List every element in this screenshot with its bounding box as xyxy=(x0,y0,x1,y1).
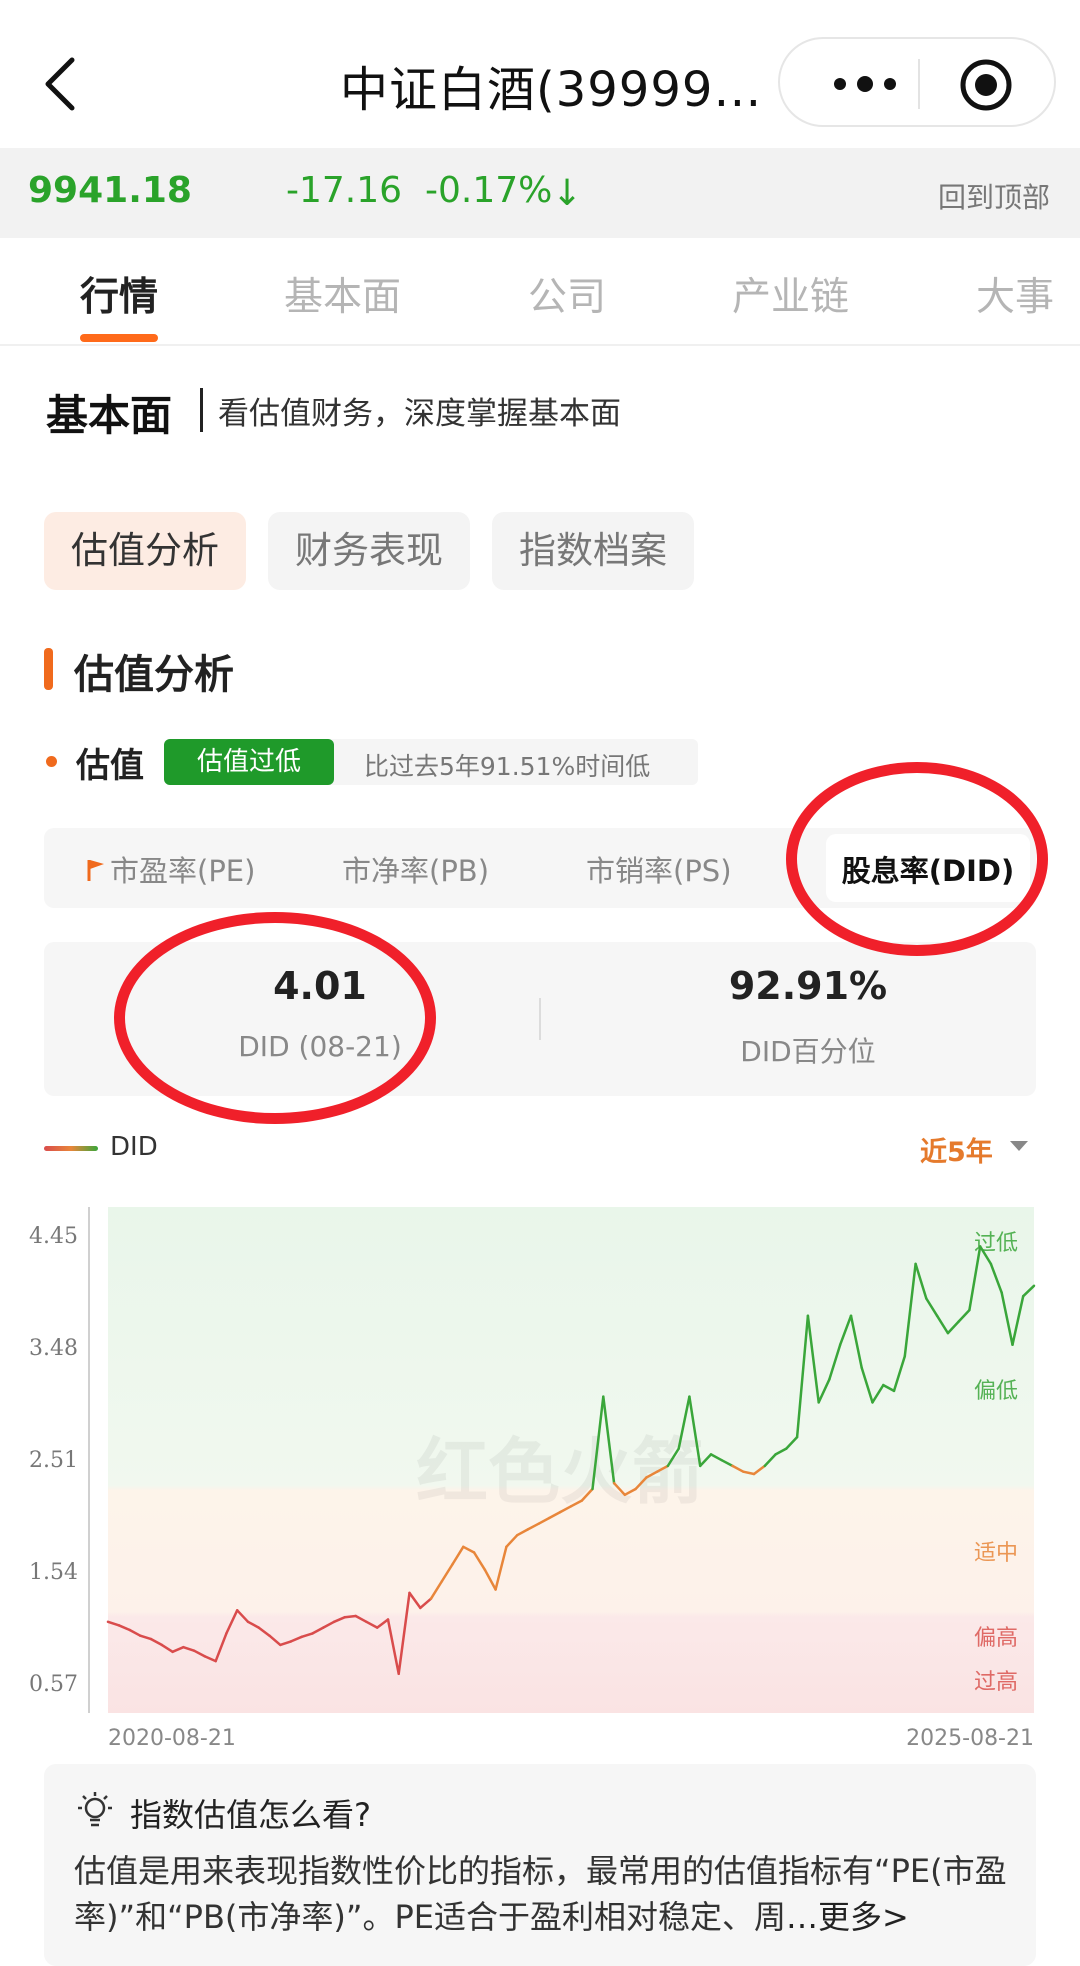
back-arrow-icon[interactable] xyxy=(38,54,86,114)
did-percentile-label: DID百分位 xyxy=(740,1035,876,1068)
did-line-segment xyxy=(343,1614,357,1619)
down-arrow-icon: ↓ xyxy=(552,173,583,214)
y-tick-label: 2.51 xyxy=(29,1448,78,1473)
current-did-value: 4.01 xyxy=(273,964,367,1008)
legend-label: DID xyxy=(110,1132,158,1162)
current-did-label: DID (08-21) xyxy=(238,1030,402,1063)
tab-events[interactable]: 大事 xyxy=(976,266,1054,322)
did-percentile-value: 92.91% xyxy=(728,964,888,1008)
tab-industry-chain[interactable]: 产业链 xyxy=(732,266,849,322)
x-label-start: 2020-08-21 xyxy=(108,1726,236,1751)
more-options-icon[interactable] xyxy=(820,61,910,107)
section-divider xyxy=(200,388,203,432)
more-link[interactable]: …更多> xyxy=(786,1898,909,1936)
y-tick-label: 1.54 xyxy=(29,1560,78,1585)
status-note: 比过去5年91.51%时间低 xyxy=(364,752,651,781)
active-tab-indicator xyxy=(80,334,158,342)
tab-pb[interactable]: 市净率(PB) xyxy=(342,848,489,890)
caret-down-icon[interactable] xyxy=(1010,1141,1028,1151)
tab-fundamentals[interactable]: 基本面 xyxy=(284,266,401,322)
tab-market[interactable]: 行情 xyxy=(80,266,158,322)
heading-accent-bar xyxy=(44,648,53,690)
tips-title: 指数估值怎么看? xyxy=(130,1796,371,1834)
price-change: -17.16 xyxy=(286,170,403,211)
did-chart: 4.45 3.48 2.51 1.54 0.57 过低偏低适中偏高过高 红色火箭 202… xyxy=(29,1207,1036,1751)
price-change-percent: -0.17% xyxy=(425,170,553,211)
chip-valuation-analysis[interactable]: 估值分析 xyxy=(44,512,246,590)
card-divider xyxy=(539,998,541,1040)
y-tick-label: 0.57 xyxy=(29,1672,78,1697)
title-bar: 中证白酒(39999… xyxy=(0,0,1080,148)
y-tick-label: 4.45 xyxy=(29,1224,78,1249)
section-title: 基本面 xyxy=(46,391,173,440)
chip-index-profile[interactable]: 指数档案 xyxy=(492,512,694,590)
zone-label: 过高 xyxy=(974,1670,1018,1695)
zone-label: 适中 xyxy=(974,1541,1018,1566)
capsule-divider xyxy=(918,59,920,109)
tab-did[interactable]: 股息率(DID) xyxy=(818,848,1038,890)
valuation-label: 估值 xyxy=(76,746,144,786)
page-title: 中证白酒(39999… xyxy=(340,62,763,118)
chip-financial-performance[interactable]: 财务表现 xyxy=(268,512,470,590)
tab-ps[interactable]: 市销率(PS) xyxy=(586,848,732,890)
tips-body: 估值是用来表现指数性价比的指标，最常用的估值指标有“PE(市盈率)”和“PB(市… xyxy=(74,1848,1024,1940)
main-tabs: 行情 基本面 公司 产业链 大事 xyxy=(0,238,1080,346)
back-to-top-link[interactable]: 回到顶部 xyxy=(938,176,1050,216)
close-program-icon[interactable] xyxy=(958,57,1014,113)
index-price: 9941.18 xyxy=(28,170,192,211)
tab-pe[interactable]: 市盈率(PE) xyxy=(110,848,255,890)
section-subtitle: 看估值财务，深度掌握基本面 xyxy=(218,396,621,432)
tab-companies[interactable]: 公司 xyxy=(528,266,606,322)
valuation-status: 估值过低 比过去5年91.51%时间低 xyxy=(164,739,698,785)
quote-bar: 9941.18 -17.16 -0.17% ↓ 回到顶部 xyxy=(0,148,1080,238)
watermark-text: 红色火箭 xyxy=(416,1430,704,1514)
tips-card[interactable]: 指数估值怎么看? 估值是用来表现指数性价比的指标，最常用的估值指标有“PE(市盈… xyxy=(44,1764,1036,1966)
valuation-values-card: 4.01 DID (08-21) 92.91% DID百分位 xyxy=(44,942,1036,1096)
bullet-dot xyxy=(46,756,57,767)
mini-program-capsule xyxy=(778,37,1056,127)
zone-label: 偏高 xyxy=(974,1626,1018,1651)
flag-icon xyxy=(87,860,104,881)
zone-label: 偏低 xyxy=(974,1379,1018,1404)
metric-tabs: 市盈率(PE) 市净率(PB) 市销率(PS) 股息率(DID) xyxy=(44,828,1036,908)
range-selector[interactable]: 近5年 xyxy=(920,1130,993,1169)
x-label-end: 2025-08-21 xyxy=(906,1726,1034,1751)
zone-label: 过低 xyxy=(974,1231,1018,1256)
y-tick-label: 3.48 xyxy=(29,1336,78,1361)
legend-line-swatch xyxy=(44,1146,98,1151)
status-badge: 估值过低 xyxy=(164,739,334,785)
lightbulb-icon xyxy=(78,1792,112,1827)
analysis-title: 估值分析 xyxy=(74,652,234,698)
